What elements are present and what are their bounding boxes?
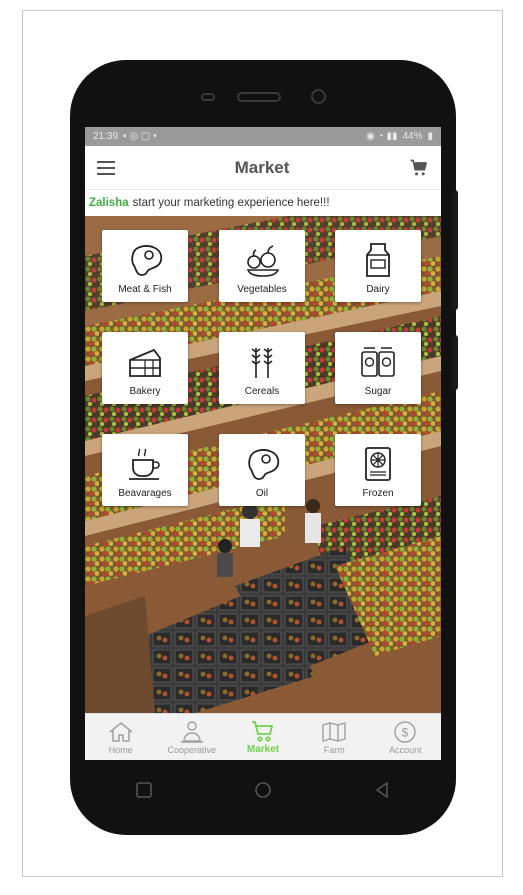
category-cereals[interactable]: Cereals [219, 332, 305, 404]
sugar-jars-icon [361, 347, 395, 377]
map-icon [322, 721, 346, 742]
nav-farm[interactable]: Farm [299, 714, 370, 760]
nav-label: Market [246, 744, 280, 755]
notification-icons: ▪ ◎ ▢ • [123, 131, 157, 142]
nav-cooperative[interactable]: Cooperative [156, 714, 227, 760]
wheat-icon [251, 348, 273, 378]
category-label: Beavarages [118, 488, 172, 499]
power-button [452, 335, 458, 390]
recent-apps-icon[interactable] [132, 778, 156, 802]
coffee-cup-icon [129, 448, 160, 480]
status-bar: 21:39 ▪ ◎ ▢ • ◉ ◔ ▮▮ 44% ▮ [85, 127, 441, 146]
category-vegetables[interactable]: Vegetables [219, 230, 305, 302]
bottom-navigation: Home Cooperative Market Farm $ Account [85, 713, 441, 760]
back-triangle-icon[interactable] [370, 778, 394, 802]
cart-icon [252, 721, 273, 742]
welcome-message: start your marketing experience here!!! [132, 197, 330, 209]
category-label: Vegetables [237, 284, 287, 295]
category-sugar[interactable]: Sugar [335, 332, 421, 404]
phone-screen: 21:39 ▪ ◎ ▢ • ◉ ◔ ▮▮ 44% ▮ Market Zalish… [85, 127, 441, 760]
nav-account[interactable]: $ Account [370, 714, 441, 760]
page-title: Market [234, 157, 290, 177]
nav-label: Account [389, 744, 422, 755]
category-label: Bakery [129, 386, 161, 397]
category-beverages[interactable]: Beavarages [102, 434, 188, 506]
category-frozen[interactable]: Frozen [335, 434, 421, 506]
category-label: Meat & Fish [118, 284, 172, 295]
proximity-sensor [201, 93, 215, 101]
nav-market[interactable]: Market [227, 714, 298, 760]
milk-carton-icon [366, 243, 390, 277]
vegetables-icon [246, 245, 280, 277]
category-meat-fish[interactable]: Meat & Fish [102, 230, 188, 302]
steak-icon [131, 245, 163, 276]
category-label: Dairy [366, 284, 390, 295]
app-bar: Market [85, 146, 441, 190]
earpiece-speaker [237, 92, 281, 102]
nav-label: Home [108, 744, 133, 755]
hamburger-menu-icon[interactable] [97, 160, 115, 175]
category-label: Frozen [362, 488, 394, 499]
nav-label: Cooperative [167, 744, 217, 755]
volume-button [452, 190, 458, 310]
steak-icon [248, 449, 280, 480]
category-label: Oil [255, 488, 269, 499]
nav-home[interactable]: Home [85, 714, 156, 760]
welcome-banner: Zalisha start your marketing experience … [85, 190, 441, 216]
people-icon [180, 720, 203, 743]
nav-label: Farm [323, 744, 345, 755]
system-navigation-bar [85, 765, 441, 815]
front-camera [311, 89, 326, 104]
status-time: 21:39 [93, 131, 119, 142]
category-bakery[interactable]: Bakery [102, 332, 188, 404]
battery-icon: ▮ [427, 131, 433, 142]
home-circle-icon[interactable] [251, 778, 275, 802]
username: Zalisha [89, 197, 129, 209]
freezer-icon [365, 447, 391, 481]
svg-text:$: $ [402, 725, 409, 739]
battery-level: 44% [402, 131, 423, 142]
category-label: Sugar [364, 386, 392, 397]
home-icon [109, 721, 133, 742]
cake-icon [129, 348, 161, 377]
category-grid: Meat & Fish Vegetables Dairy Bakery Cere… [85, 216, 441, 516]
category-dairy[interactable]: Dairy [335, 230, 421, 302]
shopping-cart-icon[interactable] [409, 158, 429, 178]
category-oil[interactable]: Oil [219, 434, 305, 506]
signal-icons: ◉ ◔ ▮▮ [366, 131, 398, 142]
category-label: Cereals [244, 386, 280, 397]
dollar-coin-icon: $ [394, 720, 417, 743]
